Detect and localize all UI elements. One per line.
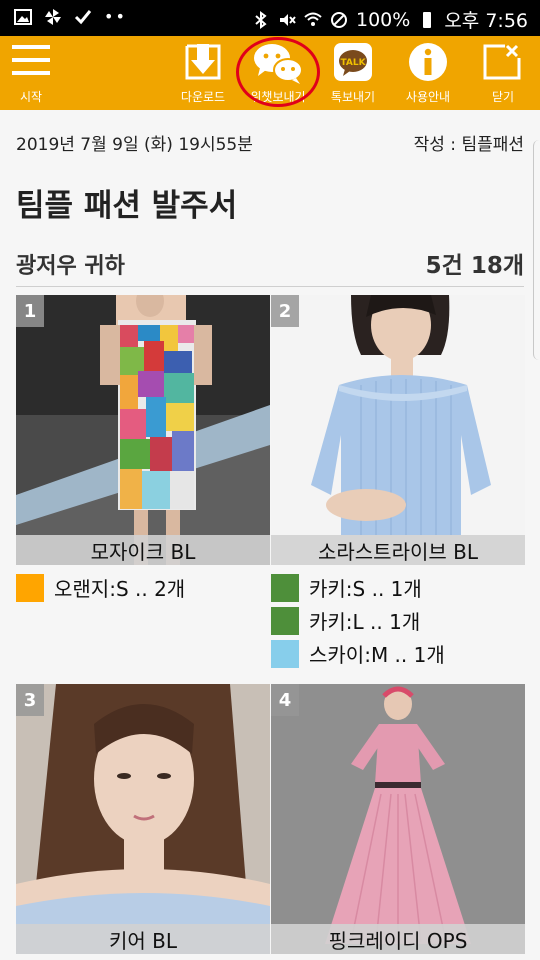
color-swatch [271, 573, 299, 602]
color-swatch [16, 573, 44, 602]
option-label: 카키:S .. 1개 [309, 577, 422, 601]
product-card[interactable]: 1 모자이크 BL 오랜지:S .. 2개 [16, 295, 270, 604]
order-date: 2019년 7월 9일 (화) 19시55분 [16, 135, 253, 155]
product-card[interactable]: 4 핑크레이디 OPS [271, 684, 525, 954]
option-row: 오랜지:S .. 2개 [16, 571, 270, 604]
product-name: 모자이크 BL [16, 535, 270, 565]
menu-label: 시작 [19, 90, 43, 104]
clock: 오후 7:56 [444, 10, 528, 32]
pinwheel-icon [45, 8, 61, 25]
image-icon [14, 8, 32, 25]
option-label: 카키:L .. 1개 [309, 610, 421, 634]
download-icon [185, 44, 221, 80]
kakaotalk-icon: TALK [334, 43, 372, 81]
color-swatch [271, 639, 299, 668]
option-row: 카키:L .. 1개 [271, 604, 525, 637]
product-card[interactable]: 2 소라스트라이브 BL 카키:S .. 1개 카키:L .. 1개 스카이:M… [271, 295, 525, 670]
item-number: 2 [271, 295, 299, 327]
offshoulder-blouse-photo [16, 684, 270, 954]
product-name: 핑크레이디 OPS [271, 924, 525, 954]
pink-dress-photo [271, 684, 525, 954]
kakaotalk-bubble-text: TALK [340, 58, 366, 68]
check-icon [74, 9, 92, 24]
close-button[interactable]: 닫기 [472, 36, 534, 110]
mute-icon [280, 13, 296, 26]
battery-level: 100% [356, 8, 411, 31]
info-icon [409, 43, 447, 81]
product-photo: 1 모자이크 BL [16, 295, 270, 565]
order-sheet: 2019년 7월 9일 (화) 19시55분 작성 : 팀플패션 팀플 패션 발… [0, 110, 540, 960]
mosaic-dress-photo [16, 295, 270, 565]
color-swatch [271, 606, 299, 635]
order-author: 작성 : 팀플패션 [413, 135, 524, 155]
bluetooth-icon [255, 10, 267, 29]
wifi-icon [304, 12, 322, 26]
kakaotalk-send-button[interactable]: TALK 톡보내기 [322, 36, 384, 110]
product-card[interactable]: 3 키어 BL [16, 684, 270, 954]
product-photo: 4 핑크레이디 OPS [271, 684, 525, 954]
hamburger-icon [12, 45, 50, 75]
no-sim-icon [331, 11, 347, 28]
divider [16, 286, 524, 287]
close-label: 닫기 [491, 90, 515, 104]
wechat-highlight-circle [236, 37, 320, 107]
option-label: 오랜지:S .. 2개 [54, 577, 186, 601]
recipient: 광저우 귀하 [16, 254, 125, 279]
scroll-indicator[interactable] [533, 140, 540, 360]
status-bar: •• 100% 오후 7:56 [0, 0, 540, 36]
item-number: 1 [16, 295, 44, 327]
help-label: 사용안내 [405, 90, 451, 104]
item-number: 3 [16, 684, 44, 716]
option-row: 스카이:M .. 1개 [271, 637, 525, 670]
product-name: 키어 BL [16, 924, 270, 954]
battery-icon [423, 11, 432, 28]
order-summary: 5건 18개 [425, 253, 524, 279]
help-button[interactable]: 사용안내 [396, 36, 460, 110]
close-window-icon [483, 44, 521, 80]
product-photo: 2 소라스트라이브 BL [271, 295, 525, 565]
download-button[interactable]: 다운로드 [170, 36, 236, 110]
more-dots-icon: •• [104, 7, 127, 26]
page-title: 팀플 패션 발주서 [16, 188, 238, 224]
product-name: 소라스트라이브 BL [271, 535, 525, 565]
item-number: 4 [271, 684, 299, 716]
menu-button[interactable]: 시작 [0, 36, 62, 110]
option-row: 카키:S .. 1개 [271, 571, 525, 604]
option-label: 스카이:M .. 1개 [309, 643, 445, 667]
product-photo: 3 키어 BL [16, 684, 270, 954]
download-label: 다운로드 [180, 90, 226, 104]
striped-blouse-photo [271, 295, 525, 565]
kakaotalk-label: 톡보내기 [330, 90, 376, 104]
